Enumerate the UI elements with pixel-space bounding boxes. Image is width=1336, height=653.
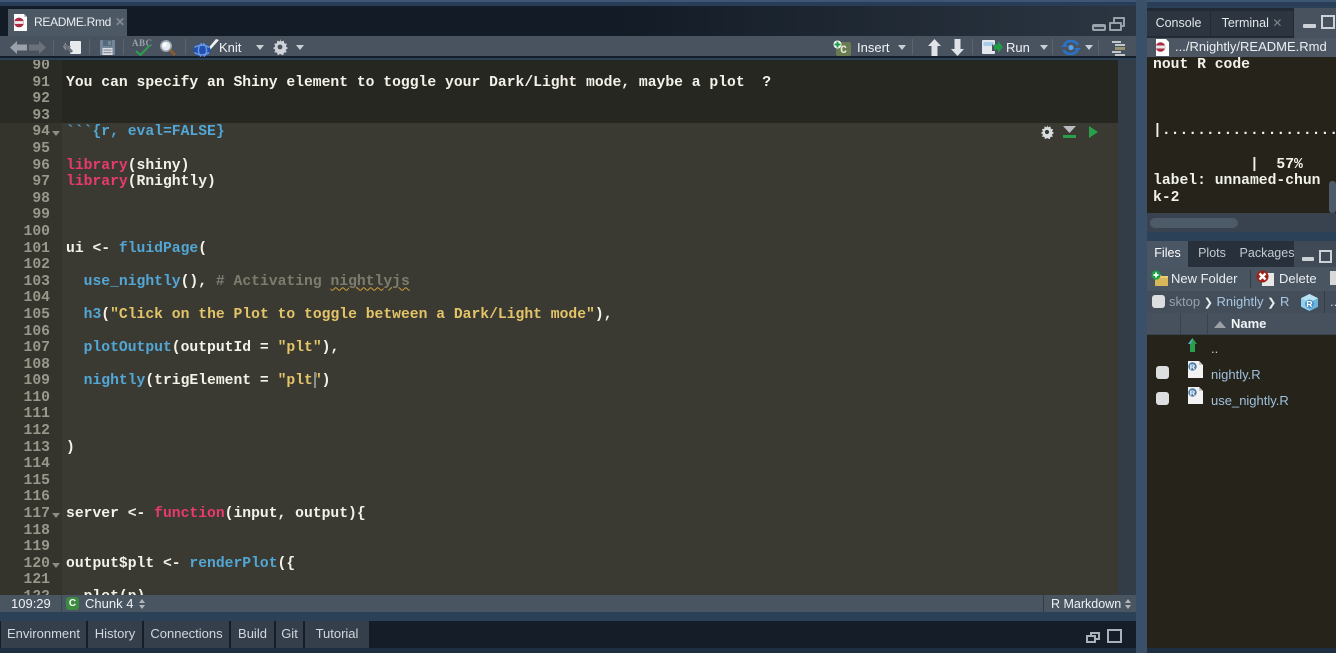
svg-text:C: C [840,45,847,56]
svg-text:R: R [1306,299,1312,309]
svg-text:R: R [1190,389,1196,398]
svg-text:R: R [1190,363,1196,372]
